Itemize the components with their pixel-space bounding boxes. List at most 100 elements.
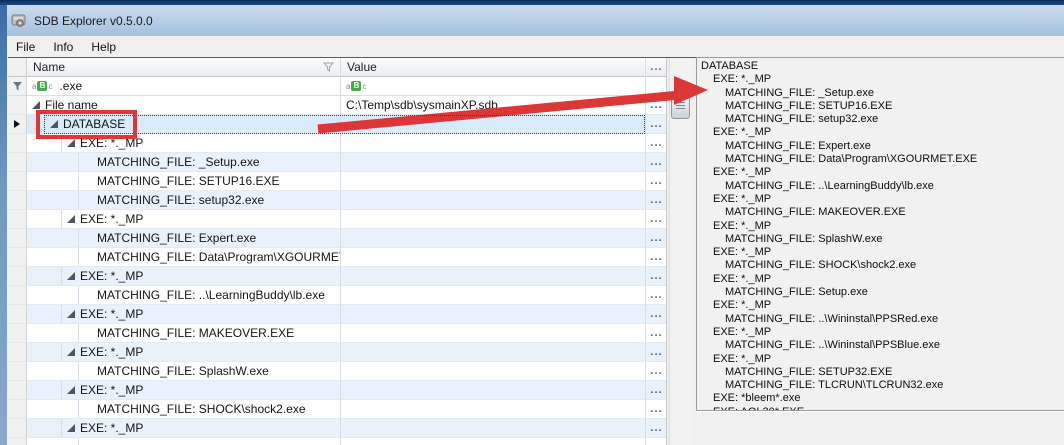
- table-row[interactable]: MATCHING_FILE: ..\LearningBuddy\lb.exe..…: [8, 286, 666, 305]
- column-header-value[interactable]: Value: [340, 58, 645, 77]
- table-row[interactable]: EXE: *._MP...: [8, 419, 666, 438]
- value-cell[interactable]: [340, 153, 645, 172]
- row-ellipsis-button[interactable]: ...: [645, 343, 666, 362]
- expand-collapse-icon[interactable]: [62, 272, 80, 280]
- table-row[interactable]: EXE: *._MP...: [8, 267, 666, 286]
- tree-name-cell[interactable]: EXE: *._MP: [27, 343, 340, 362]
- value-cell[interactable]: [340, 248, 645, 267]
- row-ellipsis-button[interactable]: ...: [645, 96, 666, 115]
- value-cell[interactable]: [340, 362, 645, 381]
- value-cell[interactable]: [340, 381, 645, 400]
- row-ellipsis-button[interactable]: ...: [645, 229, 666, 248]
- table-row[interactable]: EXE: *._MP...: [8, 381, 666, 400]
- table-row[interactable]: EXE: *._MP...: [8, 343, 666, 362]
- tree-name-cell[interactable]: [27, 438, 340, 445]
- row-ellipsis-button[interactable]: ...: [645, 419, 666, 438]
- row-ellipsis-button[interactable]: ...: [645, 381, 666, 400]
- table-row[interactable]: MATCHING_FILE: SETUP16.EXE...: [8, 172, 666, 191]
- row-ellipsis-button[interactable]: ...: [645, 191, 666, 210]
- tree-name-cell[interactable]: MATCHING_FILE: _Setup.exe: [27, 153, 340, 172]
- expand-collapse-icon[interactable]: [27, 101, 45, 109]
- name-filter-cell[interactable]: a B c .exe: [27, 77, 340, 96]
- value-cell[interactable]: [340, 229, 645, 248]
- table-row[interactable]: [8, 438, 666, 445]
- tree-name-cell[interactable]: MATCHING_FILE: Expert.exe: [27, 229, 340, 248]
- table-row[interactable]: MATCHING_FILE: _Setup.exe...: [8, 153, 666, 172]
- scroll-up-icon[interactable]: [677, 82, 685, 88]
- row-ellipsis-button[interactable]: ...: [645, 324, 666, 343]
- tree-name-cell[interactable]: MATCHING_FILE: Data\Program\XGOURMET....: [27, 248, 340, 267]
- column-header-name[interactable]: Name: [27, 58, 340, 77]
- expand-collapse-icon[interactable]: [62, 424, 80, 432]
- table-row[interactable]: EXE: *._MP...: [8, 134, 666, 153]
- row-ellipsis-button[interactable]: ...: [645, 400, 666, 419]
- row-ellipsis-button[interactable]: ...: [645, 362, 666, 381]
- column-header-more[interactable]: ...: [645, 58, 666, 77]
- row-ellipsis-button[interactable]: ...: [645, 248, 666, 267]
- name-filter-value[interactable]: .exe: [59, 79, 82, 93]
- value-cell[interactable]: C:\Temp\sdb\sysmainXP.sdb: [340, 96, 645, 115]
- value-cell[interactable]: [340, 400, 645, 419]
- expand-collapse-icon[interactable]: [62, 310, 80, 318]
- tree-name-cell[interactable]: EXE: *._MP: [27, 267, 340, 286]
- value-filter-cell[interactable]: a B c: [340, 77, 645, 96]
- tree-name-cell[interactable]: MATCHING_FILE: SplashW.exe: [27, 362, 340, 381]
- table-row[interactable]: File name C:\Temp\sdb\sysmainXP.sdb...: [8, 96, 666, 115]
- tree-name-cell[interactable]: EXE: *._MP: [27, 419, 340, 438]
- scrollbar-thumb[interactable]: [671, 92, 690, 119]
- expand-collapse-icon[interactable]: [62, 139, 80, 147]
- table-row-selected[interactable]: DATABASE...: [8, 115, 666, 134]
- table-row[interactable]: MATCHING_FILE: SplashW.exe...: [8, 362, 666, 381]
- row-ellipsis-button[interactable]: ...: [645, 267, 666, 286]
- table-row[interactable]: EXE: *._MP...: [8, 210, 666, 229]
- row-ellipsis-button[interactable]: ...: [645, 115, 666, 134]
- value-cell[interactable]: [340, 191, 645, 210]
- value-cell[interactable]: [340, 305, 645, 324]
- tree-name-cell[interactable]: DATABASE: [27, 115, 340, 134]
- expand-collapse-icon[interactable]: [45, 120, 63, 128]
- row-ellipsis-button[interactable]: [645, 438, 666, 445]
- tree-name-cell[interactable]: MATCHING_FILE: ..\LearningBuddy\lb.exe: [27, 286, 340, 305]
- table-row[interactable]: MATCHING_FILE: SHOCK\shock2.exe...: [8, 400, 666, 419]
- menu-help[interactable]: Help: [82, 38, 125, 56]
- table-row[interactable]: MATCHING_FILE: MAKEOVER.EXE...: [8, 324, 666, 343]
- tree-name-cell[interactable]: MATCHING_FILE: setup32.exe: [27, 191, 340, 210]
- tree-name-cell[interactable]: EXE: *._MP: [27, 134, 340, 153]
- value-cell[interactable]: [340, 115, 645, 134]
- filter-pin-icon[interactable]: [8, 77, 27, 96]
- tree-name-cell[interactable]: MATCHING_FILE: MAKEOVER.EXE: [27, 324, 340, 343]
- value-cell[interactable]: [340, 324, 645, 343]
- expand-collapse-icon[interactable]: [62, 386, 80, 394]
- value-cell[interactable]: [340, 438, 645, 445]
- menu-info[interactable]: Info: [44, 38, 82, 56]
- vertical-scrollbar[interactable]: [669, 58, 691, 445]
- value-cell[interactable]: [340, 210, 645, 229]
- value-cell[interactable]: [340, 286, 645, 305]
- table-row[interactable]: EXE: *._MP...: [8, 305, 666, 324]
- row-ellipsis-button[interactable]: ...: [645, 134, 666, 153]
- table-row[interactable]: MATCHING_FILE: setup32.exe...: [8, 191, 666, 210]
- row-ellipsis-button[interactable]: ...: [645, 172, 666, 191]
- filter-funnel-icon[interactable]: [323, 62, 334, 72]
- tree-name-cell[interactable]: EXE: *._MP: [27, 381, 340, 400]
- expand-collapse-icon[interactable]: [62, 348, 80, 356]
- value-cell[interactable]: [340, 343, 645, 362]
- row-ellipsis-button[interactable]: ...: [645, 286, 666, 305]
- row-ellipsis-button[interactable]: ...: [645, 210, 666, 229]
- table-row[interactable]: MATCHING_FILE: Data\Program\XGOURMET....…: [8, 248, 666, 267]
- menu-file[interactable]: File: [7, 38, 44, 56]
- value-cell[interactable]: [340, 134, 645, 153]
- row-ellipsis-button[interactable]: ...: [645, 305, 666, 324]
- value-cell[interactable]: [340, 172, 645, 191]
- row-ellipsis-button[interactable]: ...: [645, 153, 666, 172]
- tree-name-cell[interactable]: File name: [27, 96, 340, 115]
- table-row[interactable]: MATCHING_FILE: Expert.exe...: [8, 229, 666, 248]
- tree-name-cell[interactable]: MATCHING_FILE: SHOCK\shock2.exe: [27, 400, 340, 419]
- tree-name-cell[interactable]: EXE: *._MP: [27, 210, 340, 229]
- expand-collapse-icon[interactable]: [62, 215, 80, 223]
- tree-name-cell[interactable]: MATCHING_FILE: SETUP16.EXE: [27, 172, 340, 191]
- value-cell[interactable]: [340, 419, 645, 438]
- tree-name-cell[interactable]: EXE: *._MP: [27, 305, 340, 324]
- value-cell[interactable]: [340, 267, 645, 286]
